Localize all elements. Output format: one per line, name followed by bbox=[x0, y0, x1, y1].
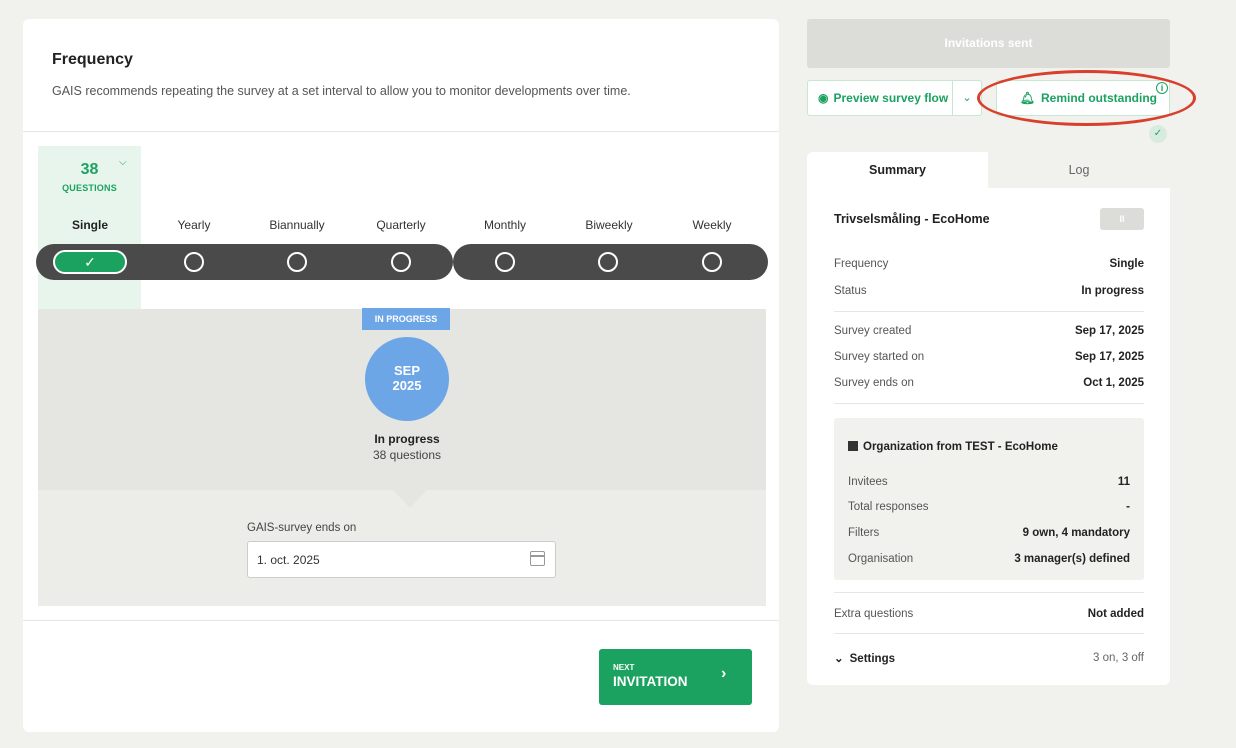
info-icon[interactable]: i bbox=[1156, 82, 1168, 94]
divider bbox=[834, 592, 1144, 593]
chevron-down-icon[interactable]: ⌵ bbox=[119, 157, 127, 168]
end-date-label: GAIS-survey ends on bbox=[247, 522, 357, 534]
chevron-down-icon: ⌄ bbox=[834, 653, 844, 665]
next-invitation-button[interactable]: NEXT INVITATION › bbox=[599, 649, 752, 705]
preview-survey-flow-button[interactable]: ◉ Preview survey flow bbox=[807, 80, 953, 116]
frequency-radio-biweekly[interactable] bbox=[598, 252, 618, 272]
calendar-icon[interactable] bbox=[530, 551, 545, 566]
survey-question-count: 38 questions bbox=[372, 448, 442, 462]
building-icon bbox=[848, 441, 858, 451]
frequency-option-biweekly[interactable]: Biweekly bbox=[564, 218, 654, 232]
settings-toggle[interactable]: ⌄ Settings bbox=[834, 651, 895, 665]
divider bbox=[834, 311, 1144, 312]
frequency-option-monthly[interactable]: Monthly bbox=[460, 218, 550, 232]
divider bbox=[834, 633, 1144, 634]
divider bbox=[23, 131, 779, 132]
tab-log[interactable]: Log bbox=[988, 152, 1170, 188]
frequency-option-quarterly[interactable]: Quarterly bbox=[356, 218, 446, 232]
frequency-title: Frequency bbox=[52, 51, 133, 68]
survey-month: SEP bbox=[393, 363, 420, 378]
chevron-down-icon[interactable]: ⌄ bbox=[953, 80, 982, 116]
survey-title: Trivselsmåling - EcoHome bbox=[834, 212, 990, 226]
frequency-option-single[interactable]: Single bbox=[45, 218, 135, 232]
organization-title: Organization from TEST - EcoHome bbox=[848, 441, 1058, 453]
frequency-description: GAIS recommends repeating the survey at … bbox=[52, 84, 631, 98]
organization-box: Organization from TEST - EcoHome Invitee… bbox=[834, 418, 1144, 580]
tab-summary[interactable]: Summary bbox=[807, 152, 988, 188]
survey-status-title: In progress bbox=[374, 432, 440, 446]
check-icon: ✓ bbox=[1149, 125, 1167, 143]
divider bbox=[23, 620, 779, 621]
preview-label: Preview survey flow bbox=[833, 91, 949, 105]
divider bbox=[834, 403, 1144, 404]
chevron-right-icon: › bbox=[721, 665, 727, 682]
next-button-small-label: NEXT bbox=[613, 663, 635, 672]
frequency-radio-weekly[interactable] bbox=[702, 252, 722, 272]
pointer-arrow bbox=[393, 490, 427, 508]
frequency-option-biannually[interactable]: Biannually bbox=[252, 218, 342, 232]
frequency-option-weekly[interactable]: Weekly bbox=[667, 218, 757, 232]
eye-icon: ◉ bbox=[818, 91, 829, 105]
status-badge: IN PROGRESS bbox=[362, 308, 450, 330]
survey-year: 2025 bbox=[392, 378, 422, 393]
remind-outstanding-button[interactable]: 🔔︎ Remind outstanding bbox=[996, 80, 1170, 116]
next-button-label: INVITATION bbox=[613, 674, 688, 689]
frequency-radio-biannually[interactable] bbox=[287, 252, 307, 272]
frequency-radio-yearly[interactable] bbox=[184, 252, 204, 272]
settings-summary: 3 on, 3 off bbox=[1093, 652, 1144, 664]
frequency-option-yearly[interactable]: Yearly bbox=[149, 218, 239, 232]
bell-icon: 🔔︎ bbox=[1019, 91, 1035, 105]
end-date-input[interactable] bbox=[247, 541, 556, 578]
remind-label: Remind outstanding bbox=[1041, 91, 1157, 105]
summary-panel: Summary Log Trivselsmåling - EcoHome II … bbox=[807, 152, 1170, 685]
invitations-sent-button[interactable]: Invitations sent bbox=[807, 19, 1170, 68]
frequency-radio-quarterly[interactable] bbox=[391, 252, 411, 272]
frequency-card: Frequency GAIS recommends repeating the … bbox=[23, 19, 779, 732]
frequency-radio-single[interactable]: ✓ bbox=[53, 250, 127, 274]
pause-button[interactable]: II bbox=[1100, 208, 1144, 230]
survey-date-circle: SEP 2025 bbox=[365, 337, 449, 421]
frequency-radio-monthly[interactable] bbox=[495, 252, 515, 272]
question-count-label: QUESTIONS bbox=[62, 183, 117, 193]
